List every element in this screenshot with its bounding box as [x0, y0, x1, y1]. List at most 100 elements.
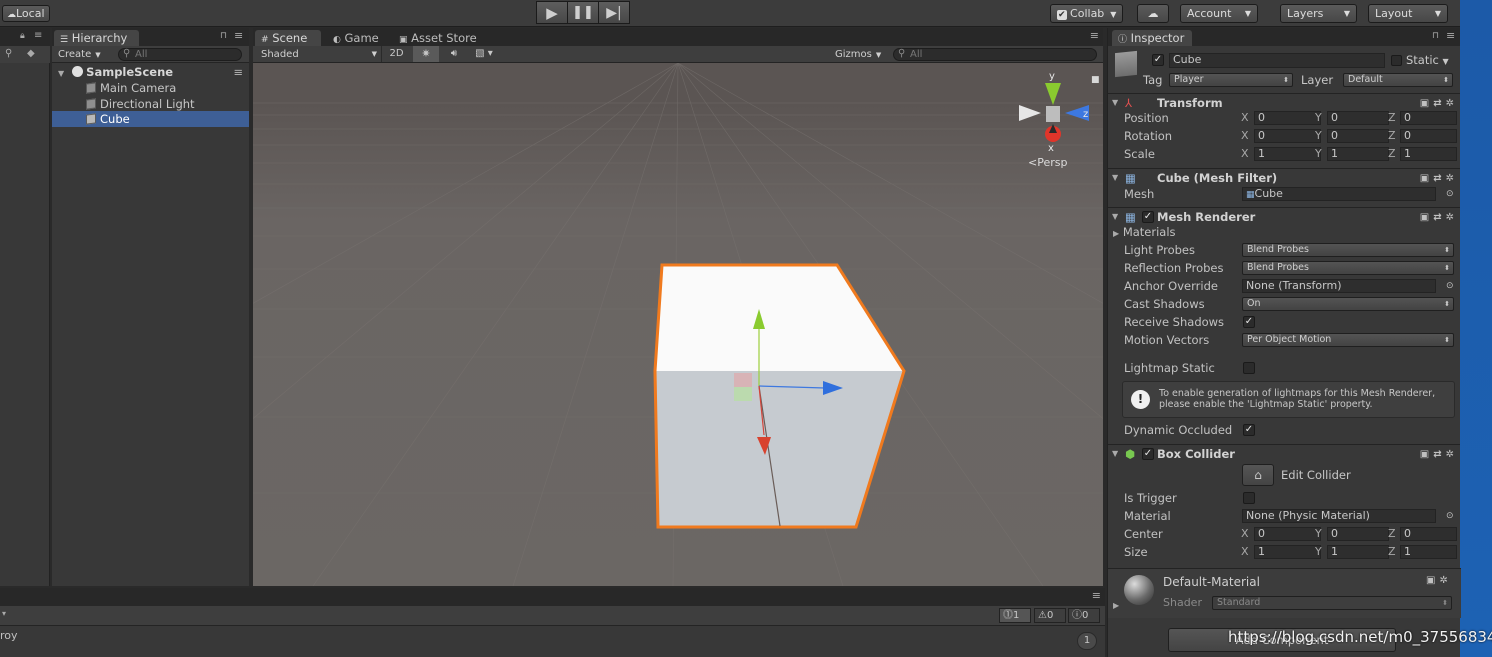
menu-icon[interactable]: ≡ — [233, 64, 243, 80]
menu-icon[interactable]: ≡ — [1092, 589, 1101, 602]
list-item[interactable]: Directional Light — [52, 96, 249, 112]
gizmos-dropdown[interactable]: Gizmos ▼ — [835, 47, 881, 62]
lock-icon[interactable]: ⊓ — [220, 31, 227, 41]
is-trigger-checkbox[interactable] — [1243, 492, 1255, 504]
warning-count-toggle[interactable]: ⚠0 — [1034, 608, 1066, 623]
hierarchy-search-input[interactable]: ⚲ All — [118, 48, 242, 61]
shader-dropdown[interactable]: Standard ⬍ — [1212, 596, 1452, 610]
reflection-probes-dropdown[interactable]: Blend Probes ⬍ — [1242, 261, 1454, 275]
layers-dropdown[interactable]: Layers ▼ — [1280, 4, 1357, 23]
gizmo-center-cube[interactable] — [1046, 106, 1060, 122]
list-item-selected[interactable]: Cube — [52, 111, 249, 127]
persp-label[interactable]: <Persp — [1028, 156, 1067, 169]
create-dropdown[interactable]: Create ▼ — [58, 47, 101, 62]
mesh-renderer-enabled-checkbox[interactable]: ✓ — [1142, 211, 1154, 223]
menu-icon[interactable]: ≡ — [1090, 29, 1099, 42]
center-z-field[interactable]: 0 — [1400, 527, 1457, 541]
lightmap-static-checkbox[interactable] — [1243, 362, 1255, 374]
scene-root-row[interactable]: ▼ SampleScene ≡ — [52, 64, 249, 80]
gizmo-y-cone[interactable] — [1045, 83, 1061, 105]
tag-dropdown[interactable]: Player ⬍ — [1169, 73, 1293, 87]
component-menu-icons[interactable]: ▣⇄✲ — [1420, 446, 1458, 464]
transform-header[interactable]: ▼ ⅄ Transform ▣⇄✲ — [1108, 93, 1460, 111]
size-x-field[interactable]: 1 — [1254, 545, 1321, 559]
cloud-services-button[interactable]: ☁ — [1137, 4, 1169, 23]
scale-x-field[interactable]: 1 — [1254, 147, 1321, 161]
error-count-toggle[interactable]: ⓵1 — [999, 608, 1031, 623]
light-probes-dropdown[interactable]: Blend Probes ⬍ — [1242, 243, 1454, 257]
mesh-field[interactable]: ▦Cube — [1242, 187, 1436, 201]
lighting-toggle-icon[interactable]: ✷ — [413, 46, 439, 62]
motion-vectors-dropdown[interactable]: Per Object Motion ⬍ — [1242, 333, 1454, 347]
effects-dropdown-icon[interactable]: ▧ ▾ — [469, 46, 499, 62]
tag-icon[interactable]: ◆ — [27, 48, 35, 59]
status-badge[interactable]: 1 — [1077, 632, 1097, 650]
menu-icon[interactable]: ≡ — [1446, 29, 1455, 42]
materials-row[interactable]: ▶ Materials — [1113, 224, 1456, 240]
chevron-down-icon[interactable]: ▾ — [2, 609, 6, 618]
rotation-x-field[interactable]: 0 — [1254, 129, 1321, 143]
filter-icon[interactable]: ⚲ — [5, 48, 12, 59]
local-button[interactable]: ☁Local — [2, 5, 50, 22]
menu-icon[interactable]: ≡ — [234, 29, 243, 42]
lock-icon[interactable]: ⊓ — [1432, 31, 1439, 41]
gizmo-neg-z-cone[interactable] — [1019, 105, 1041, 121]
tab-hierarchy[interactable]: ☰ Hierarchy — [54, 30, 139, 46]
mesh-filter-header[interactable]: ▼ ▦ Cube (Mesh Filter) ▣⇄✲ — [1108, 168, 1460, 186]
position-x-field[interactable]: 0 — [1254, 111, 1321, 125]
fold-down-icon[interactable]: ▼ — [1112, 94, 1118, 112]
fold-right-icon[interactable]: ▶ — [1113, 601, 1119, 610]
layer-dropdown[interactable]: Default ⬍ — [1343, 73, 1453, 87]
rotation-z-field[interactable]: 0 — [1400, 129, 1457, 143]
mesh-renderer-header[interactable]: ▼ ▦ ✓ Mesh Renderer ▣⇄✲ — [1108, 207, 1460, 225]
object-name-field[interactable]: Cube — [1169, 53, 1385, 68]
xy-plane-handle[interactable] — [734, 373, 752, 387]
object-picker-icon[interactable]: ⊙ — [1446, 508, 1454, 524]
active-checkbox[interactable]: ✓ — [1152, 54, 1164, 66]
layout-dropdown[interactable]: Layout ▼ — [1368, 4, 1448, 23]
fold-down-icon[interactable]: ▼ — [1112, 445, 1118, 463]
component-menu-icons[interactable]: ▣✲ — [1426, 575, 1452, 586]
fold-right-icon[interactable]: ▶ — [1113, 229, 1119, 238]
step-button[interactable]: ▶| — [598, 1, 630, 24]
info-count-toggle[interactable]: ⓘ0 — [1068, 608, 1100, 623]
anchor-override-field[interactable]: None (Transform) — [1242, 279, 1436, 293]
scene-viewport[interactable]: y z x ■ <Persp — [253, 63, 1103, 586]
tab-game[interactable]: ◐ Game — [327, 30, 385, 46]
object-picker-icon[interactable]: ⊙ — [1446, 186, 1454, 202]
box-collider-enabled-checkbox[interactable]: ✓ — [1142, 448, 1154, 460]
chevron-down-icon[interactable]: ▼ — [1443, 57, 1449, 66]
orientation-gizmo[interactable]: y z x — [1019, 71, 1089, 154]
pause-button[interactable]: ❚❚ — [567, 1, 599, 24]
center-y-field[interactable]: 0 — [1327, 527, 1389, 541]
rotation-y-field[interactable]: 0 — [1327, 129, 1389, 143]
cube-object[interactable] — [653, 263, 906, 529]
account-button[interactable]: Account ▼ — [1180, 4, 1258, 23]
scene-canvas[interactable]: y z x ■ — [253, 63, 1103, 586]
cast-shadows-dropdown[interactable]: On ⬍ — [1242, 297, 1454, 311]
position-y-field[interactable]: 0 — [1327, 111, 1389, 125]
collab-button[interactable]: ✔ Collab ▼ — [1050, 4, 1124, 23]
xz-plane-handle[interactable] — [734, 387, 752, 401]
scale-y-field[interactable]: 1 — [1327, 147, 1389, 161]
receive-shadows-checkbox[interactable]: ✓ — [1243, 316, 1255, 328]
scale-z-field[interactable]: 1 — [1400, 147, 1457, 161]
box-collider-header[interactable]: ▼ ⬢ ✓ Box Collider ▣⇄✲ — [1108, 444, 1460, 462]
fold-down-icon[interactable]: ▼ — [1112, 169, 1118, 187]
edit-collider-button[interactable]: ⌂ — [1242, 464, 1274, 486]
size-z-field[interactable]: 1 — [1400, 545, 1457, 559]
dynamic-occluded-checkbox[interactable]: ✓ — [1243, 424, 1255, 436]
lock-icon[interactable]: 🔒︎ — [20, 31, 25, 41]
lock-icon[interactable]: ■ — [1091, 75, 1100, 85]
position-z-field[interactable]: 0 — [1400, 111, 1457, 125]
list-item[interactable]: Main Camera — [52, 80, 249, 96]
shading-mode-dropdown[interactable]: Shaded ▼ — [261, 47, 377, 62]
static-checkbox[interactable] — [1391, 55, 1402, 66]
scene-search-input[interactable]: ⚲ All — [893, 48, 1097, 61]
tab-asset-store[interactable]: ▣ Asset Store — [393, 30, 483, 46]
center-x-field[interactable]: 0 — [1254, 527, 1321, 541]
play-button[interactable]: ▶ — [536, 1, 568, 24]
tab-scene[interactable]: # Scene — [255, 30, 321, 46]
physic-material-field[interactable]: None (Physic Material) — [1242, 509, 1436, 523]
fold-down-icon[interactable]: ▼ — [58, 69, 64, 78]
